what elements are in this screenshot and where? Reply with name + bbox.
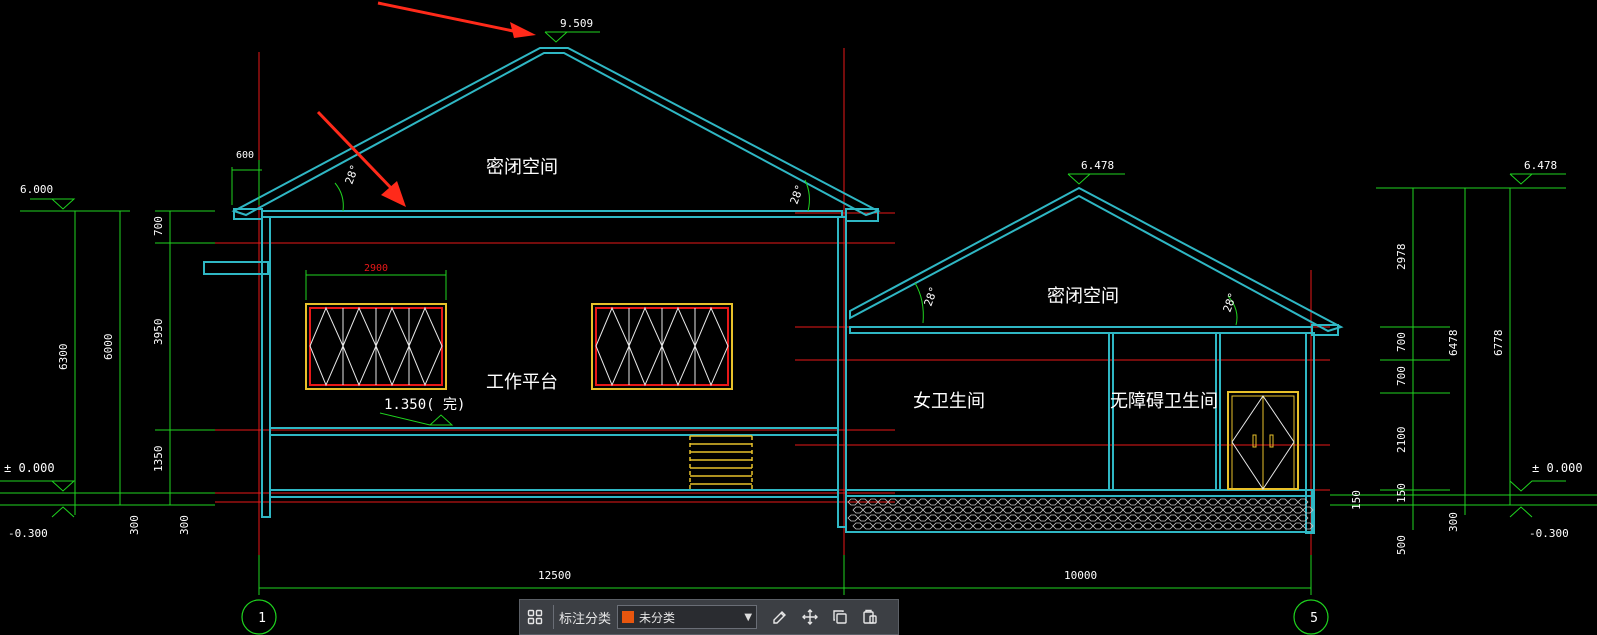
axis-label-left: 1 bbox=[258, 611, 266, 626]
annotation-toolbar: 标注分类 未分类 ▼ bbox=[519, 599, 899, 635]
edit-icon[interactable] bbox=[765, 602, 795, 632]
dim-bottom-10000: 10000 bbox=[1064, 569, 1097, 582]
elev-ridge-main: 9.509 bbox=[560, 17, 593, 30]
dim-right-2978: 2978 bbox=[1395, 244, 1408, 271]
dim-inner-3950: 3950 bbox=[152, 319, 165, 346]
angle-main-right: 28° bbox=[788, 183, 807, 206]
foundation-hatch bbox=[847, 498, 1314, 530]
stair bbox=[689, 435, 753, 490]
category-selected: 未分类 bbox=[639, 610, 676, 625]
dim-overhang: 600 bbox=[236, 150, 254, 161]
category-color-swatch bbox=[622, 611, 635, 623]
dim-left-300: 300 bbox=[128, 515, 141, 535]
toolbar-divider bbox=[553, 605, 554, 629]
right-eave bbox=[845, 208, 879, 222]
chevron-down-icon: ▼ bbox=[744, 611, 753, 623]
elev-right-ground: -0.300 bbox=[1529, 527, 1569, 540]
main-floor-slab bbox=[269, 427, 839, 436]
elev-left-zero: ± 0.000 bbox=[4, 461, 55, 475]
move-icon[interactable] bbox=[795, 602, 825, 632]
main-ceiling-slab bbox=[261, 210, 843, 218]
grid-icon[interactable] bbox=[520, 602, 550, 632]
elev-right-zero: ± 0.000 bbox=[1532, 461, 1583, 475]
room-attic-main: 密闭空间 bbox=[486, 157, 558, 178]
dim-right-700b: 700 bbox=[1395, 366, 1408, 386]
dim-right-6778: 6778 bbox=[1492, 330, 1505, 357]
dim-left-6300: 6300 bbox=[57, 344, 70, 371]
dim-right-500: 500 bbox=[1395, 535, 1408, 555]
dim-inner-700: 700 bbox=[152, 216, 165, 236]
main-right-wall bbox=[837, 216, 847, 528]
room-accessible-wc: 无障碍卫生间 bbox=[1110, 391, 1218, 412]
angle-annex-right: 28° bbox=[1221, 291, 1240, 314]
left-canopy bbox=[203, 261, 269, 275]
window-right bbox=[591, 303, 733, 390]
window-left bbox=[305, 303, 447, 390]
room-attic-annex: 密闭空间 bbox=[1047, 286, 1119, 307]
copy-icon[interactable] bbox=[825, 602, 855, 632]
elev-platform: 1.350( 完) bbox=[384, 397, 465, 413]
main-roof bbox=[231, 47, 881, 217]
dim-inner-1350: 1350 bbox=[152, 446, 165, 473]
dim-right-300: 300 bbox=[1447, 512, 1460, 532]
cad-canvas[interactable]: 9.509 6.478 6.478 6.000 ± 0.000 ± 0.000 … bbox=[0, 0, 1597, 635]
room-women-wc: 女卫生间 bbox=[913, 391, 985, 412]
door bbox=[1227, 391, 1299, 490]
dim-left-6000: 6000 bbox=[102, 334, 115, 361]
dim-bottom-12500: 12500 bbox=[538, 569, 571, 582]
elev-right-top: 6.478 bbox=[1524, 159, 1557, 172]
elev-left-eave: 6.000 bbox=[20, 183, 53, 196]
angle-annex-left: 28° bbox=[922, 285, 941, 308]
paste-icon[interactable] bbox=[855, 602, 885, 632]
axis-lines bbox=[215, 48, 1330, 595]
dim-right-2100: 2100 bbox=[1395, 427, 1408, 454]
dim-right-700a: 700 bbox=[1395, 332, 1408, 352]
axis-label-right: 5 bbox=[1310, 611, 1318, 626]
annex-roof bbox=[849, 186, 1344, 333]
annex-ceiling-slab bbox=[849, 326, 1313, 334]
elev-ridge-annex: 6.478 bbox=[1081, 159, 1114, 172]
main-building bbox=[203, 47, 881, 528]
elev-left-ground: -0.300 bbox=[8, 527, 48, 540]
room-work-platform: 工作平台 bbox=[486, 372, 558, 393]
dim-right-6478: 6478 bbox=[1447, 330, 1460, 357]
category-label: 标注分类 bbox=[559, 611, 612, 627]
dim-right-150b: 150 bbox=[1350, 490, 1363, 510]
dim-window-width: 2900 bbox=[364, 263, 388, 274]
dim-right-150a: 150 bbox=[1395, 483, 1408, 503]
category-select[interactable]: 未分类 ▼ bbox=[617, 605, 758, 629]
dim-inner-300: 300 bbox=[178, 515, 191, 535]
angle-main-left: 28° bbox=[343, 163, 362, 186]
